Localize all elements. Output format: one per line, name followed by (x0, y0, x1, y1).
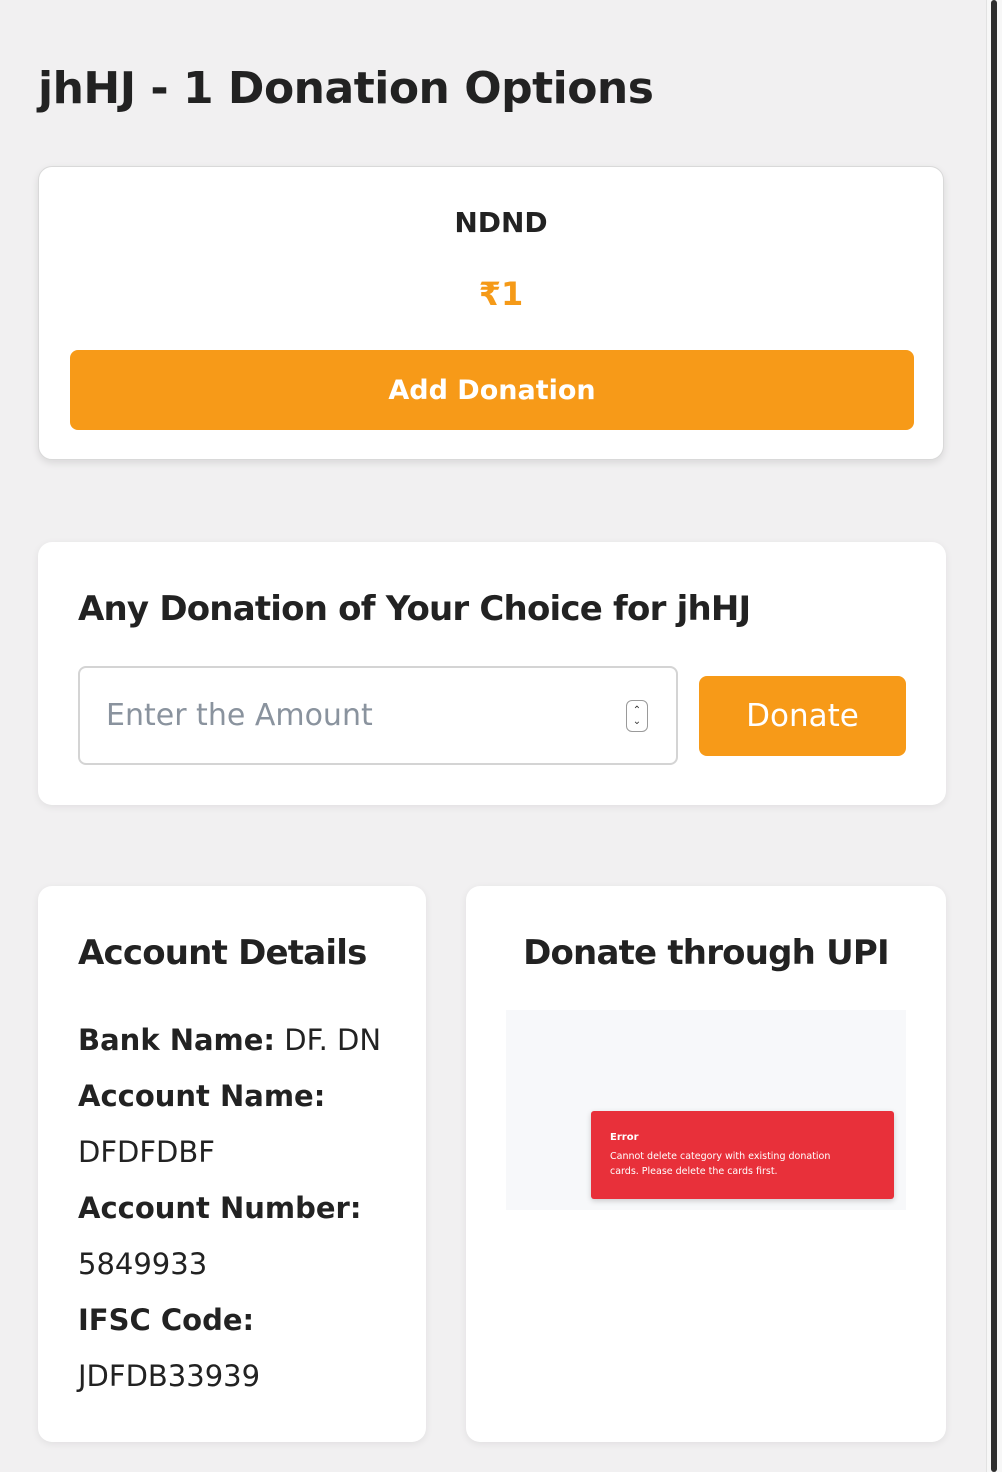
custom-donation-heading: Any Donation of Your Choice for jhHJ (78, 589, 751, 629)
amount-input-container[interactable]: ⌃ ⌄ (78, 666, 678, 765)
stepper-down-icon[interactable]: ⌄ (633, 716, 641, 727)
page-title: jhHJ - 1 Donation Options (38, 63, 654, 114)
bank-name-label: Bank Name: (78, 1023, 276, 1057)
donation-option-name: NDND (454, 206, 548, 239)
add-donation-button[interactable]: Add Donation (70, 350, 914, 430)
error-toast-message: Cannot delete category with existing don… (610, 1151, 831, 1177)
account-name-label: Account Name: (78, 1079, 326, 1113)
ifsc-code-label: IFSC Code: (78, 1303, 255, 1337)
donate-button[interactable]: Donate (699, 676, 906, 756)
account-details-heading: Account Details (78, 933, 367, 973)
account-name-value: DFDFDBF (78, 1135, 215, 1169)
donation-option-amount: ₹1 (478, 275, 524, 313)
amount-input[interactable] (80, 668, 610, 763)
bank-name-value: DF. DN (284, 1023, 382, 1057)
stepper-up-icon[interactable]: ⌃ (633, 705, 641, 716)
upi-qr-image: Error Cannot delete category with existi… (506, 1010, 906, 1210)
upi-heading: Donate through UPI (523, 933, 890, 973)
account-number-label: Account Number: (78, 1191, 362, 1225)
error-toast-title: Error (610, 1132, 639, 1143)
account-details-list: Bank Name: DF. DN Account Name: DFDFDBF … (78, 1012, 408, 1404)
bank-name-line: Bank Name: DF. DN (78, 1012, 408, 1068)
ifsc-code-value: JDFDB33939 (78, 1359, 261, 1393)
error-toast-image: Error Cannot delete category with existi… (591, 1111, 894, 1199)
number-stepper-icon[interactable]: ⌃ ⌄ (626, 700, 648, 732)
account-number-value: 5849933 (78, 1247, 208, 1281)
